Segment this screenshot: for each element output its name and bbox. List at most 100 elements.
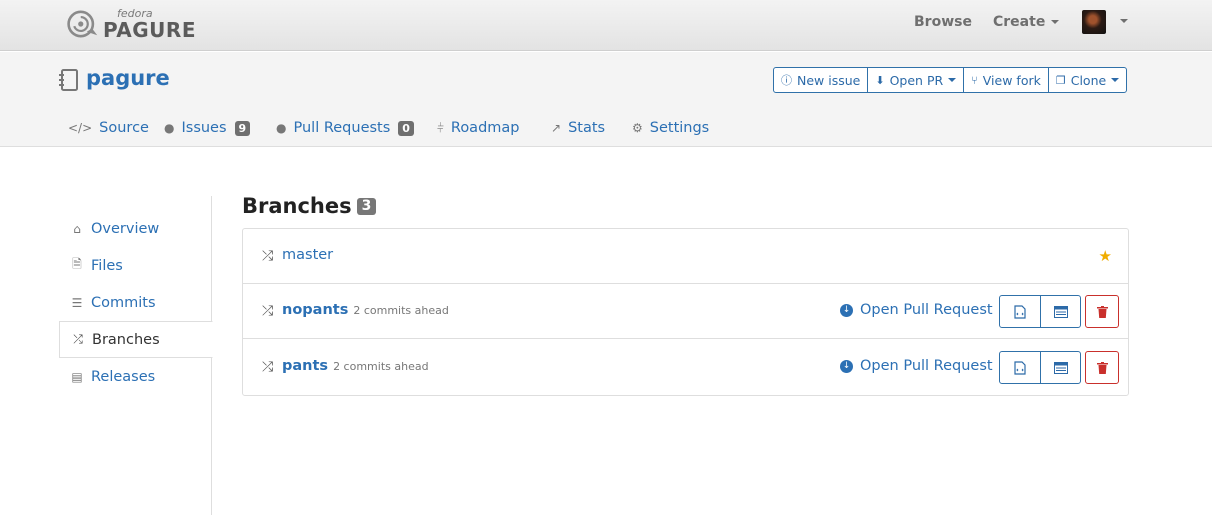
pagure-logo[interactable]: fedora PAGURE [66, 7, 196, 41]
sidebar-item-label: Commits [91, 294, 156, 311]
view-commits-button[interactable] [1040, 296, 1080, 327]
branch-link[interactable]: master [282, 247, 333, 263]
fork-icon: ⑂ [971, 73, 978, 87]
tab-roadmap[interactable]: ⫩ Roadmap [437, 120, 520, 136]
page-title: Branches 3 [242, 194, 377, 218]
sidebar-item-files[interactable]: 🗎 Files [59, 247, 212, 284]
arrow-down-circle-icon: ↓ [840, 303, 853, 317]
list-icon [1053, 305, 1068, 318]
view-commits-button[interactable] [1040, 352, 1080, 383]
file-code-icon [1014, 360, 1026, 375]
chevron-down-icon [1051, 20, 1060, 24]
pull-requests-count-badge: 0 [398, 120, 414, 136]
home-icon: ⌂ [73, 221, 81, 236]
branch-list: ⤮ master ★ ⤮ nopants 2 commits ahead ↓ Op… [242, 228, 1129, 396]
open-pull-request-label: Open Pull Request [860, 358, 993, 374]
gears-icon: ⚙ [632, 121, 643, 135]
sidebar-item-label: Releases [91, 368, 156, 385]
file-code-icon: 🗎 [72, 257, 82, 271]
tab-source[interactable]: </> Source [68, 120, 149, 136]
list-item: ⤮ nopants 2 commits ahead ↓ Open Pull Req… [243, 284, 1128, 339]
create-label: Create [993, 14, 1046, 30]
issues-count-badge: 9 [234, 120, 251, 136]
new-issue-label: New issue [797, 72, 861, 88]
exclamation-circle-icon: ⓘ [781, 74, 792, 87]
chevron-down-icon[interactable] [1120, 19, 1128, 23]
list-item: ⤮ pants 2 commits ahead ↓ Open Pull Reque… [243, 340, 1128, 395]
tab-source-label: Source [99, 120, 149, 136]
branches-count-badge: 3 [356, 197, 377, 215]
tab-issues[interactable]: ● Issues 9 [164, 120, 251, 136]
branch-name: pants [282, 358, 329, 374]
tab-issues-label: Issues [181, 120, 227, 136]
sidebar-item-label: Files [91, 257, 123, 274]
arrow-down-circle-icon: ⬇ [875, 73, 885, 87]
random-icon: ⤮ [262, 248, 274, 264]
branch-link[interactable]: nopants 2 commits ahead [282, 302, 449, 318]
open-pull-request-link[interactable]: ↓ Open Pull Request [840, 302, 993, 318]
code-icon: </> [68, 121, 93, 135]
sidebar-item-label: Overview [91, 220, 160, 237]
avatar[interactable] [1082, 10, 1106, 34]
branch-name: nopants [282, 302, 349, 318]
list-icon [1053, 361, 1068, 374]
tab-roadmap-label: Roadmap [450, 120, 520, 136]
sidebar-item-releases[interactable]: ▤ Releases [59, 358, 212, 395]
repo-actions-group: ⓘ New issue ⬇ Open PR ⑂ View fork ❐ Clon… [773, 67, 1128, 93]
open-pull-request-label: Open Pull Request [860, 302, 993, 318]
list-item: ⤮ master ★ [243, 229, 1128, 284]
chevron-down-icon [1111, 78, 1120, 82]
sidebar-item-overview[interactable]: ⌂ Overview [59, 210, 212, 247]
chevron-down-icon [948, 78, 957, 82]
pagure-shell-icon [67, 10, 98, 38]
exclamation-circle-icon: ● [164, 121, 175, 135]
view-fork-label: View fork [982, 72, 1041, 88]
sidebar-item-branches[interactable]: ⤮ Branches [59, 321, 213, 358]
trash-icon [1096, 305, 1108, 318]
repo-title[interactable]: pagure [86, 66, 170, 90]
tab-stats[interactable]: ↗ Stats [551, 120, 605, 136]
commits-ahead: 2 commits ahead [353, 304, 449, 317]
branch-link[interactable]: pants 2 commits ahead [282, 358, 429, 374]
random-icon: ⤮ [262, 359, 274, 375]
browse-link[interactable]: Browse [914, 14, 972, 30]
open-pull-request-link[interactable]: ↓ Open Pull Request [840, 358, 993, 374]
random-icon: ⤮ [73, 332, 83, 346]
copy-icon: ❐ [1055, 73, 1066, 87]
trash-icon [1096, 361, 1108, 374]
clone-label: Clone [1070, 72, 1107, 88]
page-title-text: Branches [242, 194, 352, 218]
commits-ahead: 2 commits ahead [333, 360, 429, 373]
list-icon: ☰ [71, 295, 83, 310]
delete-branch-button[interactable] [1085, 295, 1119, 328]
random-icon: ⤮ [262, 303, 274, 319]
top-navbar: fedora PAGURE Browse Create [0, 0, 1212, 51]
create-menu[interactable]: Create [993, 14, 1060, 30]
tab-pull-requests[interactable]: ● Pull Requests 0 [276, 120, 414, 136]
repo-header: pagure ⓘ New issue ⬇ Open PR ⑂ View fork… [0, 52, 1212, 147]
delete-branch-button[interactable] [1085, 351, 1119, 384]
branch-actions [999, 295, 1081, 328]
tab-stats-label: Stats [568, 120, 606, 136]
signpost-icon: ⫩ [437, 120, 444, 135]
view-files-button[interactable] [1000, 296, 1040, 327]
arrow-down-circle-icon: ↓ [840, 359, 853, 373]
open-pr-label: Open PR [889, 72, 944, 88]
star-icon: ★ [1098, 247, 1112, 265]
arrow-down-circle-icon: ● [276, 121, 287, 135]
logo-text: PAGURE [102, 18, 196, 42]
tab-pull-requests-label: Pull Requests [293, 120, 391, 136]
sidebar-item-commits[interactable]: ☰ Commits [59, 284, 212, 321]
sidebar-item-label: Branches [92, 331, 160, 348]
tab-settings-label: Settings [649, 120, 710, 136]
clone-button[interactable]: ❐ Clone [1049, 68, 1126, 92]
view-files-button[interactable] [1000, 352, 1040, 383]
new-issue-button[interactable]: ⓘ New issue [774, 68, 869, 92]
repo-book-icon [59, 69, 78, 91]
view-fork-button[interactable]: ⑂ View fork [964, 68, 1049, 92]
open-pr-button[interactable]: ⬇ Open PR [868, 68, 965, 92]
archive-icon: ▤ [71, 369, 83, 384]
repo-sidebar: ⌂ Overview 🗎 Files ☰ Commits ⤮ Branches … [59, 196, 213, 515]
tab-settings[interactable]: ⚙ Settings [632, 120, 709, 136]
file-code-icon [1014, 304, 1026, 319]
